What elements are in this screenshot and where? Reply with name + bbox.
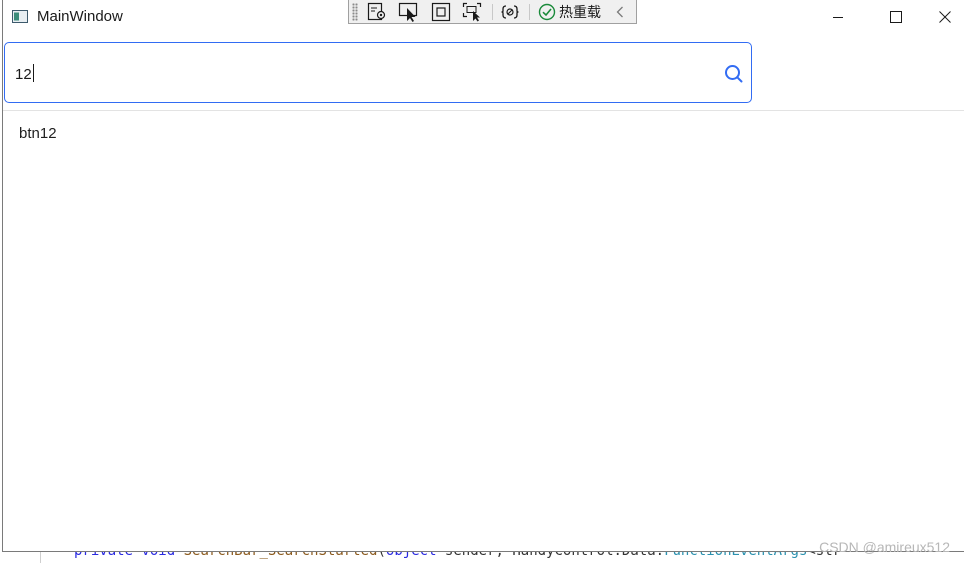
track-focus-button[interactable] xyxy=(460,1,486,23)
display-adorners-icon xyxy=(431,2,451,21)
close-button[interactable] xyxy=(925,0,964,34)
search-input-value: 12 xyxy=(15,66,32,83)
xaml-debug-toolbar: 热重载 xyxy=(348,0,637,24)
inspect-pointer-icon xyxy=(398,2,418,22)
code-editor-gutter xyxy=(40,552,41,563)
chevron-left-icon xyxy=(616,6,623,17)
select-element-button[interactable] xyxy=(364,1,390,23)
inspect-pointer-button[interactable] xyxy=(396,1,422,23)
minimize-button[interactable] xyxy=(809,0,867,34)
binding-failures-icon xyxy=(501,4,519,19)
watermark: CSDN @amireux512 xyxy=(819,539,950,555)
search-button[interactable] xyxy=(723,63,745,85)
maximize-icon xyxy=(890,11,902,23)
list-item[interactable]: btn12 xyxy=(19,125,57,142)
search-input[interactable]: 12 xyxy=(15,64,34,83)
app-window-icon xyxy=(12,10,28,23)
minimize-icon xyxy=(833,17,843,18)
hot-reload-label: 热重载 xyxy=(559,4,601,21)
search-icon xyxy=(725,65,743,83)
text-caret xyxy=(32,64,34,82)
binding-failures-button[interactable] xyxy=(497,1,523,23)
search-bar[interactable]: 12 xyxy=(4,42,752,103)
divider xyxy=(3,110,964,111)
main-window: MainWindow 12 btn12 xyxy=(2,0,964,552)
select-element-icon xyxy=(367,2,386,20)
maximize-button[interactable] xyxy=(867,0,925,34)
track-focus-icon xyxy=(462,2,482,21)
toolbar-grip-icon[interactable] xyxy=(352,2,358,21)
close-icon xyxy=(939,11,951,23)
collapse-toolbar-button[interactable] xyxy=(615,5,625,19)
display-adorners-button[interactable] xyxy=(428,1,454,23)
hot-reload-check-icon xyxy=(538,3,556,20)
toolbar-separator xyxy=(529,3,530,20)
window-title: MainWindow xyxy=(37,8,123,25)
hot-reload-button[interactable]: 热重载 xyxy=(538,2,601,22)
toolbar-separator xyxy=(492,3,493,20)
